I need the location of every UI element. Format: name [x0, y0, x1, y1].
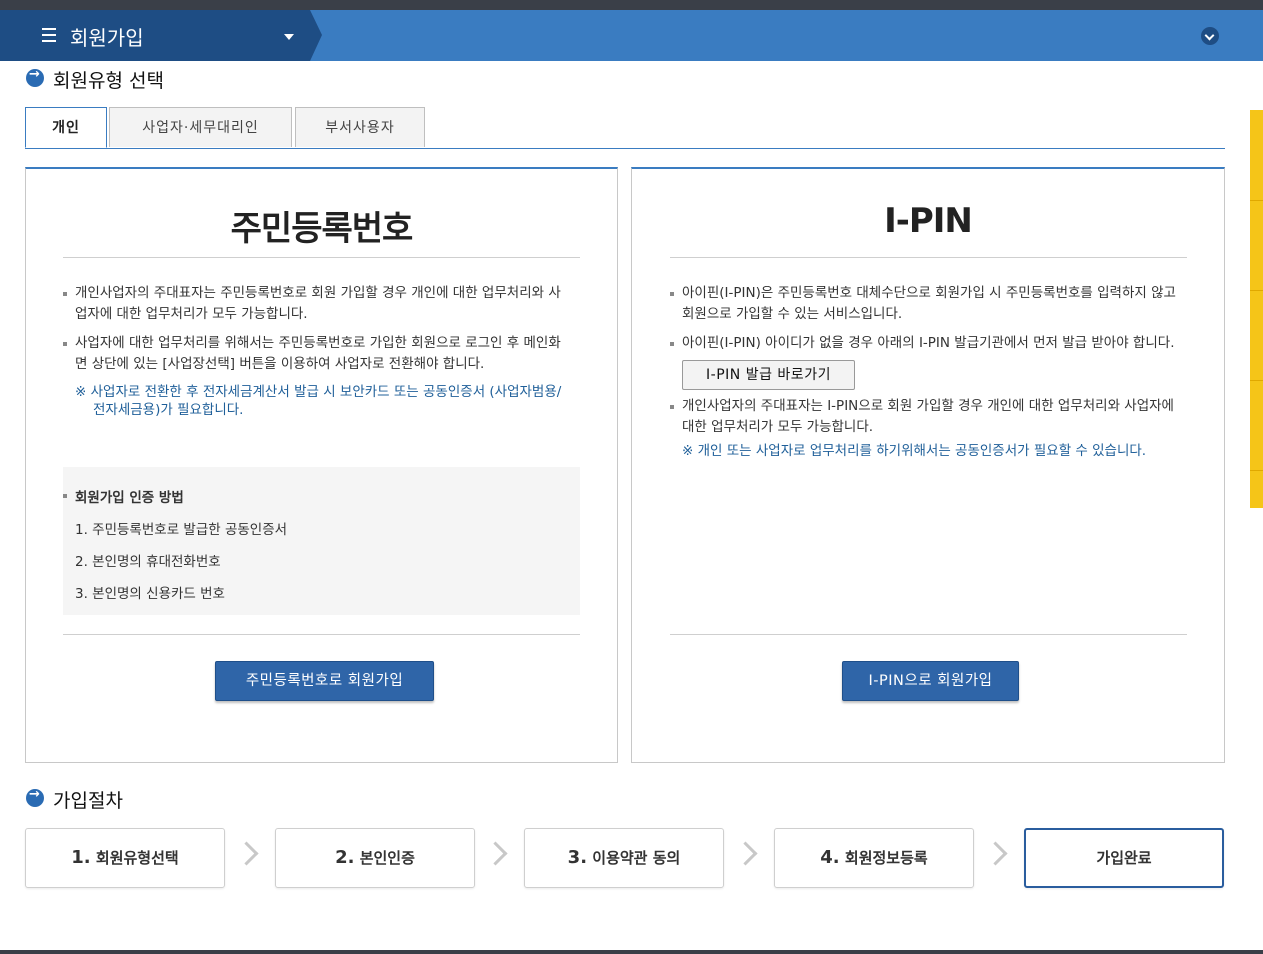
section-title-member-type: 회원유형 선택	[53, 70, 164, 92]
join-with-ipin-button[interactable]: I-PIN으로 회원가입	[842, 661, 1019, 701]
arrow-circle-icon	[26, 67, 44, 87]
auth-method-item: 2. 본인명의 휴대전화번호	[75, 554, 221, 570]
side-menu-divider	[1250, 290, 1263, 291]
step-label: 본인인증	[359, 849, 415, 867]
hamburger-menu-icon[interactable]	[42, 28, 56, 42]
divider	[670, 634, 1187, 635]
chevron-right-icon	[983, 841, 1008, 866]
ipin-issue-shortcut-button[interactable]: I-PIN 발급 바로가기	[682, 360, 855, 390]
auth-method-item: 1. 주민등록번호로 발급한 공동인증서	[75, 522, 288, 538]
side-menu-divider	[1250, 200, 1263, 201]
auth-methods-title: 회원가입 인증 방법	[63, 486, 580, 506]
list-item: 개인사업자의 주대표자는 I-PIN으로 회원 가입할 경우 개인에 대한 업무…	[670, 396, 1182, 438]
arrow-circle-icon	[26, 787, 44, 807]
step-label: 회원정보등록	[844, 849, 928, 867]
caret-down-icon[interactable]	[284, 34, 294, 40]
list-item: 개인사업자의 주대표자는 주민등록번호로 회원 가입할 경우 개인에 대한 업무…	[63, 283, 563, 325]
step-label: 가입완료	[1096, 849, 1152, 867]
list-item: 아이핀(I-PIN) 아이디가 없을 경우 아래의 I-PIN 발급기관에서 먼…	[670, 333, 1182, 354]
auth-method-item: 3. 본인명의 신용카드 번호	[75, 586, 225, 602]
side-menu-divider	[1250, 470, 1263, 471]
tab-department-user[interactable]: 부서사용자	[295, 107, 425, 147]
ipin-issue-row: I-PIN 발급 바로가기	[682, 358, 1182, 396]
window-bottom-strip	[0, 950, 1263, 954]
window-top-strip	[0, 0, 1263, 10]
list-item: 사업자에 대한 업무처리를 위해서는 주민등록번호로 가입한 회원으로 로그인 …	[63, 333, 563, 375]
step-number: 2.	[335, 847, 355, 868]
header-arrow-decoration	[310, 10, 322, 61]
tab-business-tax-agent[interactable]: 사업자·세무대리인	[109, 107, 292, 147]
step-label: 이용약관 동의	[592, 849, 681, 867]
panel-ipin: I-PIN 아이핀(I-PIN)은 주민등록번호 대체수단으로 회원가입 시 주…	[631, 167, 1225, 763]
step-number: 4.	[820, 847, 840, 868]
ipin-note: ※ 개인 또는 사업자로 업무처리를 하기위해서는 공동인증서가 필요할 수 있…	[682, 443, 1147, 459]
list-item: 아이핀(I-PIN)은 주민등록번호 대체수단으로 회원가입 시 주민등록번호를…	[670, 283, 1182, 325]
chevron-down-circle-icon[interactable]	[1201, 27, 1219, 45]
section-title-join-steps: 가입절차	[53, 790, 123, 812]
tab-personal[interactable]: 개인	[25, 107, 107, 148]
step-terms-agreement: 3. 이용약관 동의	[524, 828, 724, 888]
step-member-type: 1. 회원유형선택	[25, 828, 225, 888]
menu-title: 회원가입	[70, 26, 144, 50]
chevron-right-icon	[234, 841, 259, 866]
chevron-right-icon	[483, 841, 508, 866]
side-quick-menu[interactable]	[1250, 110, 1263, 508]
step-identity-verification: 2. 본인인증	[275, 828, 475, 888]
page-header: 회원가입	[0, 10, 1263, 61]
rrn-info-list: 개인사업자의 주대표자는 주민등록번호로 회원 가입할 경우 개인에 대한 업무…	[63, 283, 563, 419]
divider	[63, 634, 580, 635]
divider	[670, 257, 1187, 258]
ipin-info-list: 아이핀(I-PIN)은 주민등록번호 대체수단으로 회원가입 시 주민등록번호를…	[670, 283, 1182, 460]
panel-title-ipin: I-PIN	[884, 201, 973, 241]
divider	[63, 257, 580, 258]
rrn-note: ※ 사업자로 전환한 후 전자세금계산서 발급 시 보안카드 또는 공동인증서 …	[75, 384, 562, 418]
side-menu-divider	[1250, 380, 1263, 381]
panel-title-resident-number: 주민등록번호	[230, 209, 414, 249]
auth-methods-box: 회원가입 인증 방법 1. 주민등록번호로 발급한 공동인증서 2. 본인명의 …	[63, 467, 580, 615]
chevron-right-icon	[733, 841, 758, 866]
join-with-resident-number-button[interactable]: 주민등록번호로 회원가입	[215, 661, 434, 701]
step-join-complete: 가입완료	[1024, 828, 1224, 888]
menu-title-bar[interactable]: 회원가입	[0, 10, 310, 61]
member-type-tabs: 개인 사업자·세무대리인 부서사용자	[25, 107, 1225, 149]
step-member-info: 4. 회원정보등록	[774, 828, 974, 888]
step-label: 회원유형선택	[95, 849, 179, 867]
panel-resident-number: 주민등록번호 개인사업자의 주대표자는 주민등록번호로 회원 가입할 경우 개인…	[25, 167, 618, 763]
step-number: 3.	[567, 847, 588, 868]
step-number: 1.	[71, 847, 91, 868]
